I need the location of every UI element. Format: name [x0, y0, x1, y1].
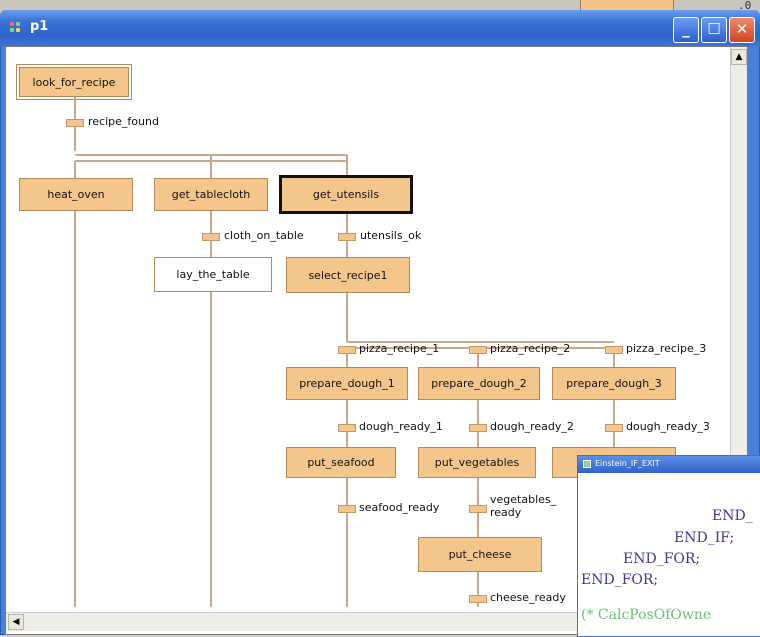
close-button[interactable]: ✕ — [729, 17, 755, 43]
app-icon — [10, 22, 24, 34]
transition-dough-ready-2[interactable] — [469, 424, 487, 432]
code-comment: (* CalcPosOfOwne — [581, 607, 712, 623]
transition-label: dough_ready_1 — [359, 420, 443, 433]
scroll-left-button[interactable]: ◀ — [8, 614, 24, 630]
einstein-code-window[interactable]: Einstein_IF_EXIT END_ END_IF; END_FOR; E… — [577, 455, 760, 637]
step-select-recipe1[interactable]: select_recipe1 — [286, 257, 410, 293]
transition-pizza-recipe-3[interactable] — [605, 346, 623, 354]
transition-label: pizza_recipe_1 — [359, 342, 440, 355]
transition-label: dough_ready_3 — [626, 420, 710, 433]
step-prepare-dough-1[interactable]: prepare_dough_1 — [286, 367, 408, 400]
transition-vegetables-ready[interactable] — [469, 505, 487, 513]
step-get-tablecloth[interactable]: get_tablecloth — [154, 178, 268, 211]
transition-label: recipe_found — [88, 115, 159, 128]
transition-label: cloth_on_table — [224, 229, 304, 242]
app-icon — [583, 460, 591, 468]
left-arrow-icon: ◀ — [12, 617, 20, 627]
step-look-for-recipe[interactable]: look_for_recipe — [16, 64, 132, 100]
einstein-title: Einstein_IF_EXIT — [595, 459, 660, 468]
scroll-up-button[interactable]: ▲ — [731, 49, 747, 65]
minimize-icon: _ — [682, 20, 690, 38]
step-prepare-dough-3[interactable]: prepare_dough_3 — [552, 367, 676, 400]
code-line: END_FOR; — [581, 572, 659, 588]
maximize-button[interactable]: ☐ — [701, 17, 727, 43]
title-bar[interactable]: p1 _ ☐ ✕ — [0, 10, 760, 46]
code-line: END_ — [712, 508, 753, 524]
transition-utensils-ok[interactable] — [338, 233, 356, 241]
transition-label: dough_ready_2 — [490, 420, 574, 433]
step-put-seafood[interactable]: put_seafood — [286, 447, 396, 478]
transition-dough-ready-3[interactable] — [605, 424, 623, 432]
minimize-button[interactable]: _ — [673, 17, 699, 43]
transition-dough-ready-1[interactable] — [338, 424, 356, 432]
code-line: END_FOR; — [623, 551, 701, 567]
transition-label: vegetables_ ready — [490, 493, 557, 519]
transition-label: pizza_recipe_3 — [626, 342, 707, 355]
step-heat-oven[interactable]: heat_oven — [19, 178, 133, 211]
step-prepare-dough-2[interactable]: prepare_dough_2 — [418, 367, 540, 400]
window-title: p1 — [30, 19, 49, 34]
transition-seafood-ready[interactable] — [338, 505, 356, 513]
transition-cloth-on-table[interactable] — [202, 233, 220, 241]
up-arrow-icon: ▲ — [735, 52, 743, 62]
transition-cheese-ready[interactable] — [469, 595, 487, 603]
step-put-vegetables[interactable]: put_vegetables — [418, 447, 536, 478]
code-line: END_IF; — [674, 530, 735, 546]
transition-label: cheese_ready — [490, 591, 566, 604]
transition-label: pizza_recipe_2 — [490, 342, 571, 355]
step-lay-the-table[interactable]: lay_the_table — [154, 257, 272, 292]
transition-pizza-recipe-2[interactable] — [469, 346, 487, 354]
close-icon: ✕ — [735, 20, 749, 38]
maximize-icon: ☐ — [707, 20, 721, 38]
step-put-cheese[interactable]: put_cheese — [418, 537, 542, 572]
step-get-utensils[interactable]: get_utensils — [279, 175, 413, 214]
transition-pizza-recipe-1[interactable] — [338, 346, 356, 354]
transition-label: seafood_ready — [359, 501, 440, 514]
transition-recipe-found[interactable] — [66, 119, 84, 127]
einstein-title-bar[interactable]: Einstein_IF_EXIT — [578, 456, 760, 473]
transition-label: utensils_ok — [360, 229, 422, 242]
